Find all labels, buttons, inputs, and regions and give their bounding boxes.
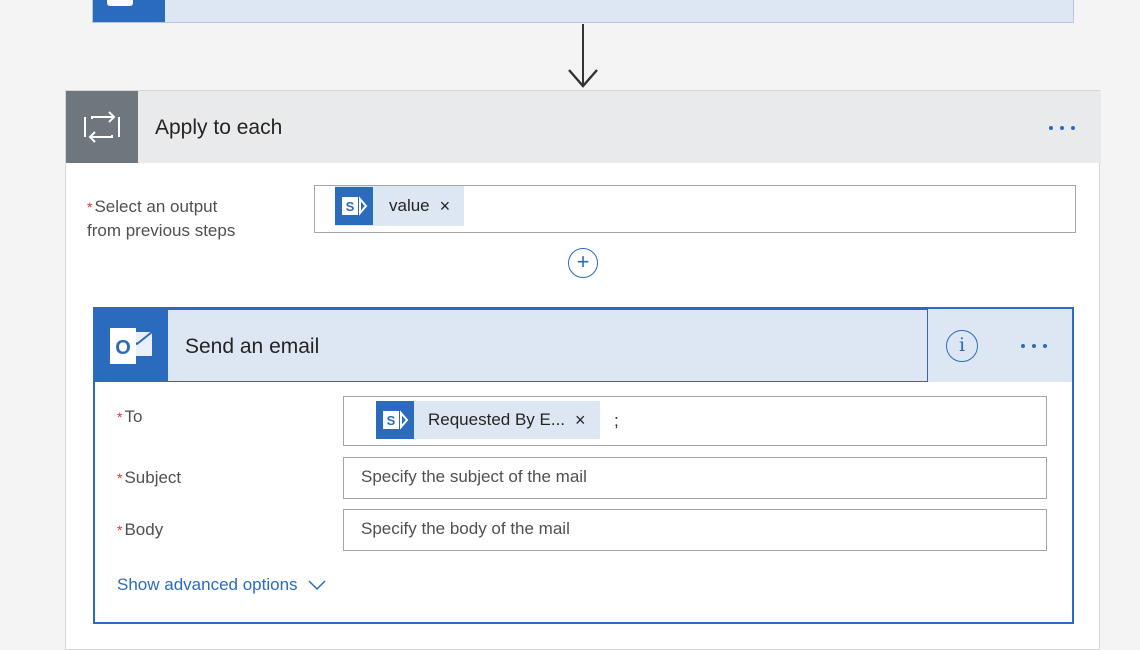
output-field-label: * Select an output from previous steps — [87, 197, 236, 240]
output-input[interactable]: S value × — [314, 185, 1076, 233]
apply-to-each-title: Apply to each — [155, 116, 283, 139]
sharepoint-icon: S — [376, 401, 414, 439]
sharepoint-icon: S — [335, 187, 373, 225]
body-label: * Body — [117, 520, 164, 539]
more-icon[interactable] — [1049, 126, 1075, 130]
remove-token-button[interactable]: × — [440, 196, 451, 217]
more-icon[interactable] — [1021, 344, 1047, 348]
subject-input[interactable]: Specify the subject of the mail — [343, 457, 1047, 499]
chevron-down-icon — [308, 580, 326, 591]
to-label: * To — [117, 407, 143, 426]
send-email-card: O Send an email i * To S Requested By E.… — [93, 307, 1074, 624]
svg-text:S: S — [346, 199, 355, 214]
svg-text:O: O — [115, 337, 131, 359]
value-token[interactable]: S value × — [335, 186, 465, 226]
remove-token-button[interactable]: × — [575, 410, 586, 431]
svg-text:S: S — [387, 413, 396, 428]
loop-icon — [66, 91, 138, 163]
body-input[interactable]: Specify the body of the mail — [343, 509, 1047, 551]
apply-to-each-card: Apply to each * Select an output from pre… — [65, 90, 1101, 650]
info-icon[interactable]: i — [946, 330, 978, 362]
send-email-header[interactable]: O Send an email — [95, 309, 928, 382]
subject-label: * Subject — [117, 468, 182, 487]
arrow-down-icon — [568, 69, 598, 88]
previous-step-card[interactable] — [92, 0, 1074, 23]
outlook-icon: O — [96, 310, 168, 382]
sharepoint-icon — [93, 0, 165, 22]
requested-by-token[interactable]: S Requested By E... × — [376, 401, 600, 439]
separator: ; — [614, 411, 619, 430]
add-button[interactable]: + — [568, 248, 598, 278]
send-email-title: Send an email — [185, 335, 320, 358]
to-field[interactable]: S Requested By E... × ; — [343, 396, 1047, 446]
apply-to-each-header[interactable]: Apply to each — [66, 91, 1101, 163]
show-advanced-options-link[interactable]: Show advanced options — [117, 575, 326, 595]
